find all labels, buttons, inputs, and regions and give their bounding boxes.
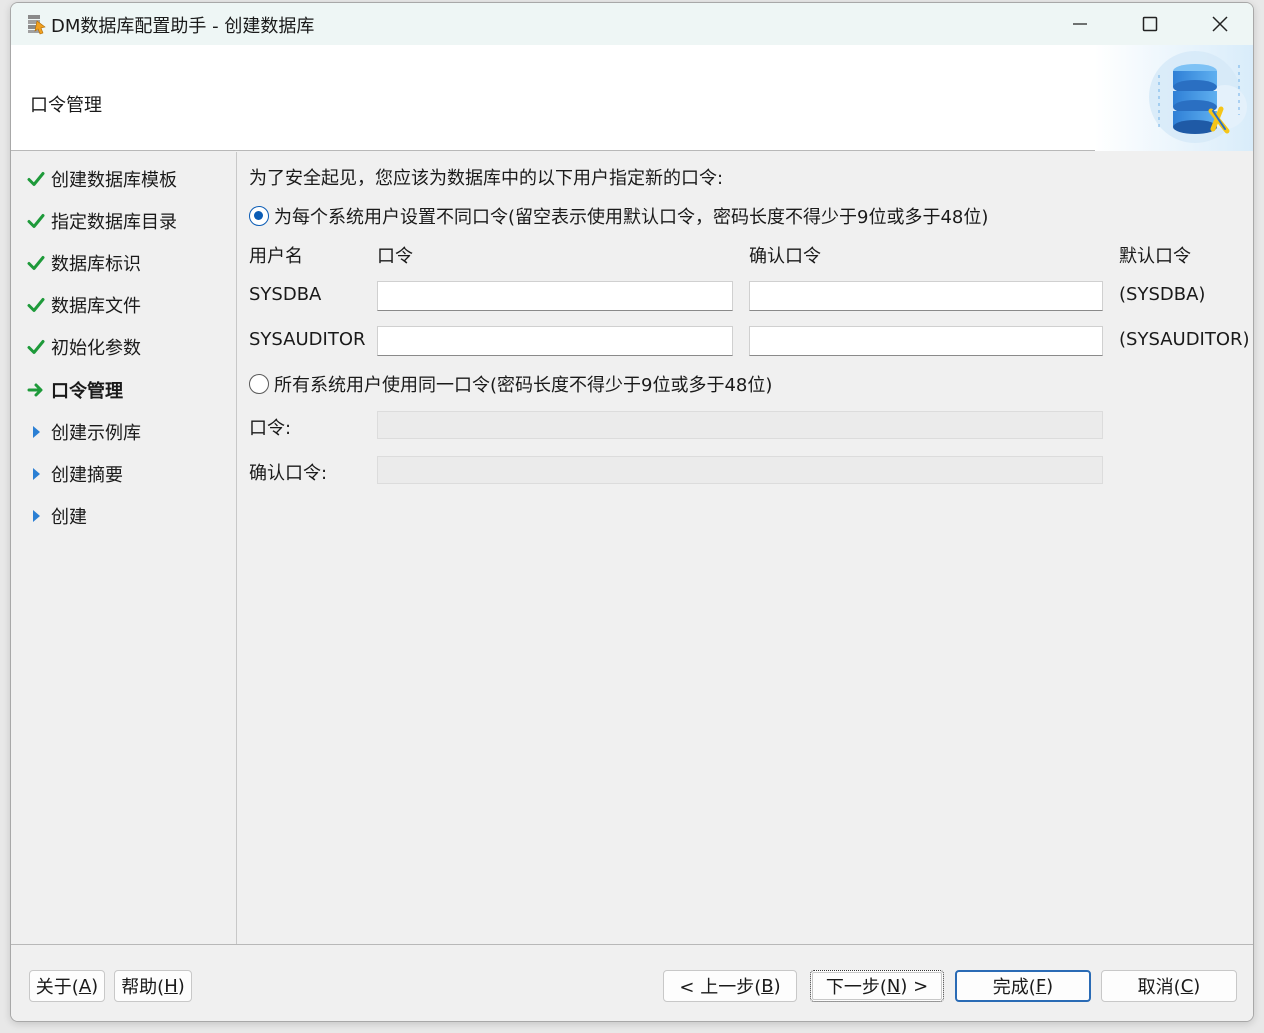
column-header-password: 口令 <box>377 246 413 267</box>
close-button[interactable] <box>1185 3 1253 45</box>
next-button-key: N <box>886 975 901 997</box>
database-server-icon <box>1095 45 1253 151</box>
check-icon <box>25 210 47 232</box>
about-button-key: A <box>78 975 92 997</box>
user-sysauditor-label: SYSAUDITOR <box>249 329 366 350</box>
nav-step-label: 初始化参数 <box>51 338 141 360</box>
sysdba-confirm-input[interactable] <box>749 281 1103 311</box>
nav-step-8[interactable]: 创建摘要 <box>25 459 123 489</box>
triangle-right-icon <box>25 421 47 443</box>
minimize-icon <box>1073 23 1087 25</box>
back-button-key: B <box>761 975 774 997</box>
user-sysdba-label: SYSDBA <box>249 284 322 305</box>
page-title: 口令管理 <box>30 95 102 116</box>
cancel-button-label: 取消( <box>1137 977 1181 998</box>
intro-text: 为了安全起见，您应该为数据库中的以下用户指定新的口令: <box>249 168 724 189</box>
finish-button-label: 完成( <box>992 977 1036 998</box>
triangle-right-icon <box>25 505 47 527</box>
nav-step-4[interactable]: 数据库文件 <box>25 290 141 320</box>
password-panel: 为了安全起见，您应该为数据库中的以下用户指定新的口令: 为每个系统用户设置不同口… <box>237 152 1253 944</box>
shared-password-input <box>377 411 1103 439</box>
column-header-user: 用户名 <box>249 246 303 267</box>
check-icon <box>25 168 47 190</box>
maximize-icon <box>1142 16 1158 32</box>
individual-password-label[interactable]: 为每个系统用户设置不同口令(留空表示使用默认口令，密码长度不得少于9位或多于48… <box>274 203 988 229</box>
cancel-button[interactable]: 取消(C) <box>1101 970 1237 1002</box>
database-wizard-icon <box>28 15 46 35</box>
help-button-close: ) <box>177 975 185 997</box>
button-bar: 关于(A) 帮助(H) < 上一步(B) 下一步(N) > 完成(F) 取消(C… <box>11 944 1253 1021</box>
window-title: DM数据库配置助手 - 创建数据库 <box>51 16 315 37</box>
sysauditor-confirm-input[interactable] <box>749 326 1103 356</box>
nav-step-label: 创建示例库 <box>51 422 141 444</box>
column-header-default: 默认口令 <box>1119 246 1191 267</box>
back-button[interactable]: < 上一步(B) <box>663 970 797 1002</box>
help-button-label: 帮助( <box>121 977 165 998</box>
nav-step-3[interactable]: 数据库标识 <box>25 248 141 278</box>
nav-step-1[interactable]: 创建数据库模板 <box>25 164 177 194</box>
check-icon <box>25 336 47 358</box>
nav-step-label: 数据库标识 <box>51 254 141 276</box>
individual-password-radio[interactable] <box>249 206 269 226</box>
nav-step-9[interactable]: 创建 <box>25 501 87 531</box>
header-banner: 口令管理 <box>11 45 1253 151</box>
nav-step-6[interactable]: 口令管理 <box>25 375 123 405</box>
about-button[interactable]: 关于(A) <box>29 970 105 1002</box>
back-button-close: ) <box>773 975 781 997</box>
shared-password-option-label[interactable]: 所有系统用户使用同一口令(密码长度不得少于9位或多于48位) <box>274 371 772 397</box>
check-icon <box>25 294 47 316</box>
nav-step-label: 指定数据库目录 <box>51 212 177 234</box>
help-button-key: H <box>164 975 178 997</box>
nav-step-label: 创建摘要 <box>51 464 123 486</box>
nav-step-label: 创建数据库模板 <box>51 170 177 191</box>
maximize-button[interactable] <box>1115 3 1185 45</box>
nav-step-label: 数据库文件 <box>51 296 141 318</box>
nav-step-5[interactable]: 初始化参数 <box>25 332 141 362</box>
shared-password-radio[interactable] <box>249 374 269 394</box>
about-button-close: ) <box>91 975 99 997</box>
check-icon <box>25 252 47 274</box>
shared-confirm-input <box>377 456 1103 484</box>
shared-password-label: 口令: <box>249 418 292 439</box>
nav-step-label: 创建 <box>51 506 87 528</box>
sysdba-password-input[interactable] <box>377 281 733 311</box>
nav-step-label: 口令管理 <box>51 380 123 402</box>
minimize-button[interactable] <box>1045 3 1115 45</box>
close-icon <box>1212 16 1228 32</box>
nav-step-2[interactable]: 指定数据库目录 <box>25 206 177 236</box>
sysdba-default-password: (SYSDBA) <box>1119 284 1206 305</box>
title-bar[interactable]: DM数据库配置助手 - 创建数据库 <box>11 3 1253 45</box>
next-button[interactable]: 下一步(N) > <box>810 970 944 1002</box>
help-button[interactable]: 帮助(H) <box>114 970 192 1002</box>
cancel-button-key: C <box>1180 975 1194 997</box>
about-button-label: 关于( <box>35 977 79 998</box>
nav-step-7[interactable]: 创建示例库 <box>25 417 141 447</box>
shared-confirm-label: 确认口令: <box>249 463 328 484</box>
finish-button-close: ) <box>1046 975 1054 997</box>
wizard-window: DM数据库配置助手 - 创建数据库 口令管理 创建数据库模板 指定数据库目录 数… <box>10 2 1254 1022</box>
cancel-button-close: ) <box>1193 975 1201 997</box>
sysauditor-default-password: (SYSAUDITOR) <box>1119 329 1250 350</box>
finish-button[interactable]: 完成(F) <box>955 970 1091 1002</box>
finish-button-key: F <box>1035 975 1047 997</box>
column-header-confirm: 确认口令 <box>749 246 821 267</box>
next-button-label: 下一步( <box>825 977 887 998</box>
wizard-steps: 创建数据库模板 指定数据库目录 数据库标识数据库文件初始化参数口令管理创建示例库创建… <box>11 152 237 944</box>
back-button-label: < 上一步( <box>679 977 762 998</box>
sysauditor-password-input[interactable] <box>377 326 733 356</box>
triangle-right-icon <box>25 463 47 485</box>
arrow-right-icon <box>25 379 47 401</box>
next-button-suffix: ) > <box>900 975 929 997</box>
